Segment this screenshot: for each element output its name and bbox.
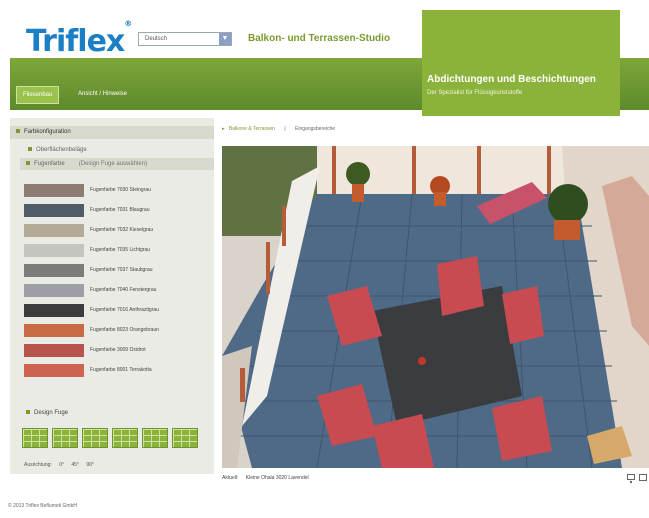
hero-subtitle: Der Spezialist für Flüssigkunststoffe: [427, 90, 523, 96]
swatch-label: Fugenfarbe 7037 Staubgrau: [90, 267, 153, 273]
print-icon[interactable]: [639, 474, 647, 481]
pattern-button[interactable]: [22, 428, 48, 448]
language-select-value: Deutsch: [145, 36, 168, 42]
pattern-button[interactable]: [52, 428, 78, 448]
breadcrumb-item[interactable]: Eingangsbereiche: [295, 126, 335, 132]
language-select[interactable]: Deutsch ▼: [138, 32, 232, 46]
bullet-icon: [16, 128, 20, 133]
ausrichtung-row: Ausrichtung: 0° 45° 90°: [24, 462, 94, 468]
tab-ansicht-hinweise[interactable]: Ansicht / Hinweise: [72, 86, 133, 102]
ausrichtung-option-45[interactable]: 45°: [71, 462, 79, 468]
color-swatch[interactable]: [24, 244, 84, 257]
breadcrumb-separator: |: [284, 126, 286, 132]
tab-fliesenbau[interactable]: Fliesenbau: [16, 86, 60, 104]
swatch-label: Fugenfarbe 7032 Kieselgrau: [90, 227, 154, 233]
swatch-label: Fugenfarbe 7031 Blaugrau: [90, 207, 150, 213]
current-selection-caption: Aktuell: Kleine Ohala 3020 Lavendel: [222, 475, 309, 481]
color-swatch[interactable]: [24, 204, 84, 217]
breadcrumb-item[interactable]: Balkone & Terrassen: [229, 126, 275, 132]
swatch-label: Fugenfarbe 8001 Terrakotta: [90, 367, 152, 373]
ausrichtung-option-90[interactable]: 90°: [86, 462, 94, 468]
triflex-logo[interactable]: Triflex®: [26, 19, 132, 59]
ausrichtung-option-0[interactable]: 0°: [59, 462, 64, 468]
section-farbkonfiguration[interactable]: Farbkonfiguration: [10, 126, 214, 139]
color-swatch[interactable]: [24, 304, 84, 317]
swatch-label: Fugenfarbe 7030 Steingrau: [90, 187, 151, 193]
pattern-button[interactable]: [82, 428, 108, 448]
design-fuge-heading: Design Fuge: [20, 410, 68, 416]
ausrichtung-label: Ausrichtung:: [24, 462, 52, 468]
studio-title: Balkon- und Terrassen-Studio: [248, 33, 391, 44]
caption-label: Aktuell:: [222, 475, 239, 481]
monitor-icon[interactable]: [627, 474, 635, 483]
swatch-label: Fugenfarbe 7040 Fenstergrau: [90, 287, 157, 293]
bullet-icon: [26, 410, 30, 414]
color-swatch[interactable]: [24, 324, 84, 337]
copyright-footer: © 2013 Triflex Beflumeti GmbH: [8, 503, 77, 509]
swatch-label: Fugenfarbe 7035 Lichtgrau: [90, 247, 151, 253]
arrow-right-icon: ▸: [222, 126, 225, 132]
hero-title: Abdichtungen und Beschichtungen: [427, 74, 596, 85]
chevron-down-icon[interactable]: ▼: [219, 33, 231, 45]
color-swatch[interactable]: [24, 364, 84, 377]
bullet-icon: [28, 146, 32, 151]
color-swatch[interactable]: [24, 284, 84, 297]
swatch-label: Fugenfarbe 7016 Anthrazitgrau: [90, 307, 159, 313]
pattern-button[interactable]: [172, 428, 198, 448]
caption-value: Kleine Ohala 3020 Lavendel: [245, 475, 309, 481]
swatch-label: Fugenfarbe 8023 Orangebraun: [90, 327, 159, 333]
hero-banner: Abdichtungen und Beschichtungen Der Spez…: [422, 10, 620, 116]
color-swatch[interactable]: [24, 224, 84, 237]
pattern-button[interactable]: [112, 428, 138, 448]
pattern-button[interactable]: [142, 428, 168, 448]
color-swatch[interactable]: [24, 184, 84, 197]
swatch-label: Fugenfarbe 3009 Oxidrot: [90, 347, 146, 353]
fugenfarbe-hint: (Design Fuge auswählen): [78, 161, 148, 167]
app-frame: Triflex® Deutsch ▼ Balkon- und Terrassen…: [10, 8, 649, 483]
left-panel: Farbkonfiguration Oberflächenbeläge Fuge…: [10, 118, 214, 474]
bullet-icon: [26, 160, 30, 165]
sub-oberflaechenbelaege[interactable]: Oberflächenbeläge: [22, 144, 87, 156]
terrace-illustration: [222, 146, 649, 468]
sub-fugenfarbe[interactable]: Fugenfarbe (Design Fuge auswählen): [20, 158, 214, 170]
color-swatch[interactable]: [24, 344, 84, 357]
terrace-preview[interactable]: [222, 146, 649, 468]
breadcrumb: ▸ Balkone & Terrassen | Eingangsbereiche: [222, 126, 335, 132]
color-swatch[interactable]: [24, 264, 84, 277]
